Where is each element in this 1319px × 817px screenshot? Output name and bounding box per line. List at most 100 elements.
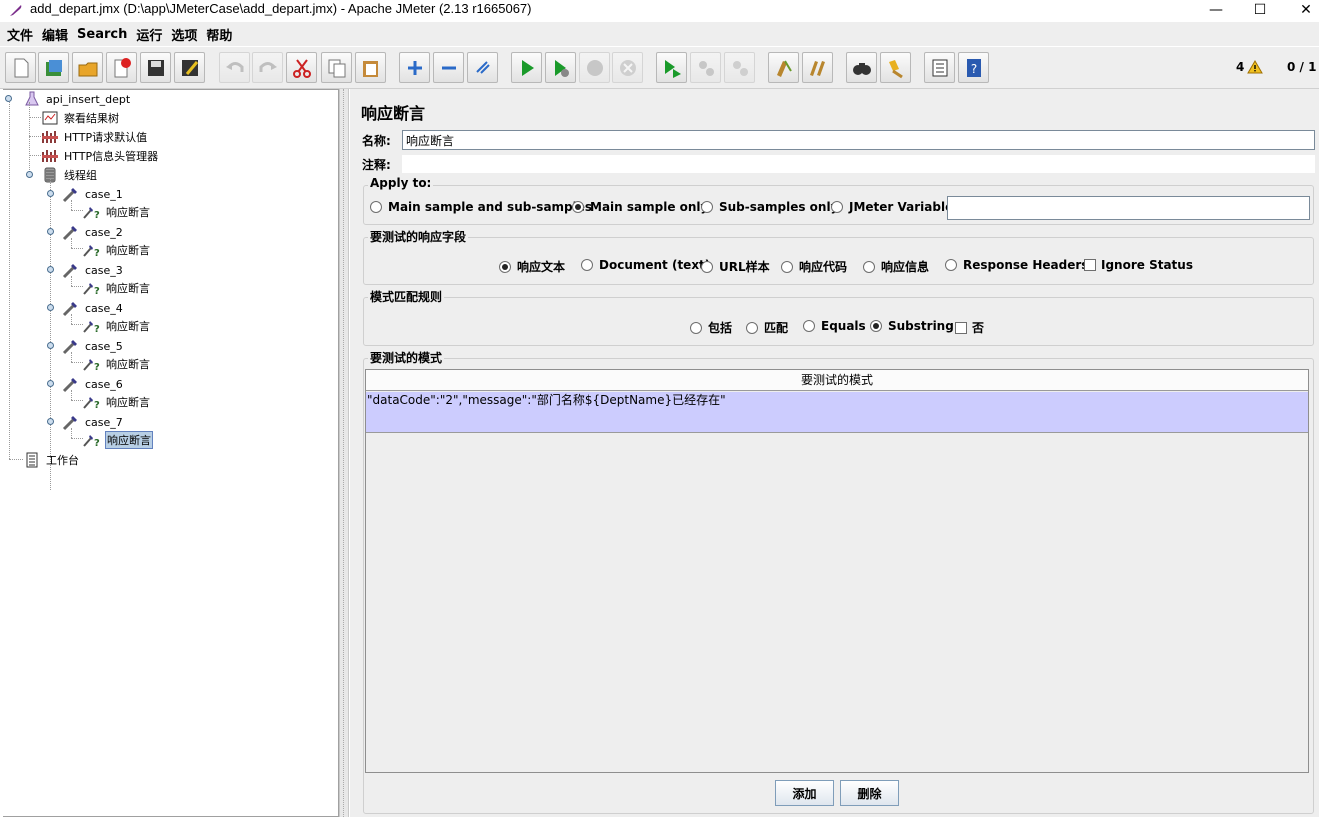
window-title-bar: add_depart.jmx (D:\app\JMeterCase\add_de… (0, 0, 1319, 20)
save-button[interactable] (140, 52, 171, 83)
pane-splitter[interactable] (339, 89, 349, 817)
tree-expand-handle[interactable] (47, 304, 54, 311)
new-icon (14, 58, 28, 77)
templates-button[interactable] (38, 52, 69, 83)
start-no-pause-button[interactable] (545, 52, 576, 83)
warning-icon[interactable] (1247, 60, 1263, 74)
new-button[interactable] (5, 52, 36, 83)
menu-file[interactable]: 文件 (4, 25, 39, 44)
tree-expand-handle[interactable] (26, 171, 33, 178)
clear-button[interactable] (768, 52, 799, 83)
clear-all-button[interactable] (802, 52, 833, 83)
remote-start-button[interactable] (656, 52, 687, 83)
tree-node-response-assertion[interactable]: ? 响应断言 (83, 279, 151, 297)
expand-all-button[interactable] (399, 52, 430, 83)
assertion-icon: ? (83, 318, 101, 334)
open-button[interactable] (72, 52, 103, 83)
table-row[interactable]: "dataCode":"2","message":"部门名称${DeptName… (366, 392, 1308, 433)
close-window-button[interactable]: ✕ (1283, 0, 1319, 20)
rule-contains-radio[interactable]: 包括 (690, 319, 732, 336)
remote-shutdown-button[interactable] (724, 52, 755, 83)
apply-jmeter-variable-radio[interactable]: JMeter Variable (831, 200, 953, 214)
save-as-button[interactable] (174, 52, 205, 83)
stop-button[interactable] (579, 52, 610, 83)
reset-search-icon (888, 59, 903, 78)
tree-expand-handle[interactable] (5, 95, 12, 102)
tree-expand-handle[interactable] (47, 228, 54, 235)
tree-node-test-plan[interactable]: api_insert_dept (23, 90, 131, 108)
tree-node-view-results[interactable]: 察看结果树 (41, 109, 120, 127)
apply-main-only-radio[interactable]: Main sample only (572, 200, 708, 214)
help-button[interactable]: ? (958, 52, 989, 83)
search-button[interactable] (846, 52, 877, 83)
menu-options[interactable]: 选项 (168, 25, 203, 44)
delete-button[interactable]: 删除 (840, 780, 899, 806)
tree-node-response-assertion[interactable]: ? 响应断言 (83, 203, 151, 221)
tree-node-http-defaults[interactable]: HTTP请求默认值 (41, 128, 148, 146)
apply-main-and-sub-radio[interactable]: Main sample and sub-samples (370, 200, 592, 214)
field-response-text-radio[interactable]: 响应文本 (499, 258, 565, 275)
tree-expand-handle[interactable] (47, 266, 54, 273)
patterns-title: 要测试的模式 (368, 349, 445, 366)
tree-node-header-manager[interactable]: HTTP信息头管理器 (41, 147, 159, 165)
help-icon: ? (966, 58, 981, 77)
tree-node-response-assertion[interactable]: ? 响应断言 (83, 317, 151, 335)
apply-sub-only-radio[interactable]: Sub-samples only (701, 200, 838, 214)
rule-matches-radio[interactable]: 匹配 (746, 319, 788, 336)
close-button[interactable] (106, 52, 137, 83)
ignore-status-checkbox[interactable]: Ignore Status (1084, 258, 1193, 272)
redo-button[interactable] (252, 52, 283, 83)
field-url-sample-radio[interactable]: URL样本 (701, 258, 770, 275)
name-row: 名称: (360, 129, 1315, 151)
function-helper-button[interactable] (924, 52, 955, 83)
rule-substring-radio[interactable]: Substring (870, 319, 954, 333)
menu-run[interactable]: 运行 (133, 25, 168, 44)
field-document-radio[interactable]: Document (text) (581, 258, 710, 272)
tree-expand-handle[interactable] (47, 190, 54, 197)
copy-button[interactable] (321, 52, 352, 83)
tree-expand-handle[interactable] (47, 342, 54, 349)
menu-edit[interactable]: 编辑 (39, 25, 74, 44)
start-button[interactable] (511, 52, 542, 83)
shutdown-button[interactable] (612, 52, 643, 83)
menu-help[interactable]: 帮助 (203, 25, 238, 44)
svg-text:?: ? (94, 400, 100, 409)
jmeter-variable-input[interactable] (947, 196, 1310, 220)
add-button[interactable]: 添加 (775, 780, 834, 806)
stop-icon (586, 59, 603, 76)
tree-expand-handle[interactable] (47, 418, 54, 425)
field-response-message-radio[interactable]: 响应信息 (863, 258, 929, 275)
toolbar: ? (0, 47, 1319, 89)
remote-stop-button[interactable] (690, 52, 721, 83)
paste-button[interactable] (355, 52, 386, 83)
menu-search[interactable]: Search (74, 27, 133, 42)
patterns-column-header[interactable]: 要测试的模式 (366, 370, 1308, 391)
maximize-button[interactable]: ☐ (1237, 0, 1283, 20)
assertion-icon: ? (83, 204, 101, 220)
reset-search-button[interactable] (880, 52, 911, 83)
start-no-pause-icon (554, 59, 569, 77)
name-input[interactable] (402, 130, 1315, 150)
toggle-button[interactable] (467, 52, 498, 83)
remote-stop-icon (698, 60, 714, 76)
templates-icon (45, 59, 62, 76)
tree-node-response-assertion[interactable]: ? 响应断言 (83, 241, 151, 259)
collapse-all-button[interactable] (433, 52, 464, 83)
tree-node-response-assertion[interactable]: ? 响应断言 (83, 355, 151, 373)
field-response-code-radio[interactable]: 响应代码 (781, 258, 847, 275)
cut-button[interactable] (286, 52, 317, 83)
minimize-button[interactable]: — (1193, 0, 1239, 20)
tree-node-response-assertion-selected[interactable]: ? 响应断言 (83, 431, 153, 449)
tree-node-workbench[interactable]: 工作台 (23, 451, 80, 469)
tree-node-response-assertion[interactable]: ? 响应断言 (83, 393, 151, 411)
comment-input[interactable] (402, 155, 1315, 173)
tree-expand-handle[interactable] (47, 380, 54, 387)
rule-not-checkbox[interactable]: 否 (955, 319, 984, 336)
field-response-headers-radio[interactable]: Response Headers (945, 258, 1088, 272)
workbench-icon (23, 452, 41, 468)
function-helper-icon (932, 59, 947, 76)
toggle-icon (475, 60, 490, 74)
undo-button[interactable] (219, 52, 250, 83)
svg-text:?: ? (94, 362, 100, 371)
rule-equals-radio[interactable]: Equals (803, 319, 866, 333)
